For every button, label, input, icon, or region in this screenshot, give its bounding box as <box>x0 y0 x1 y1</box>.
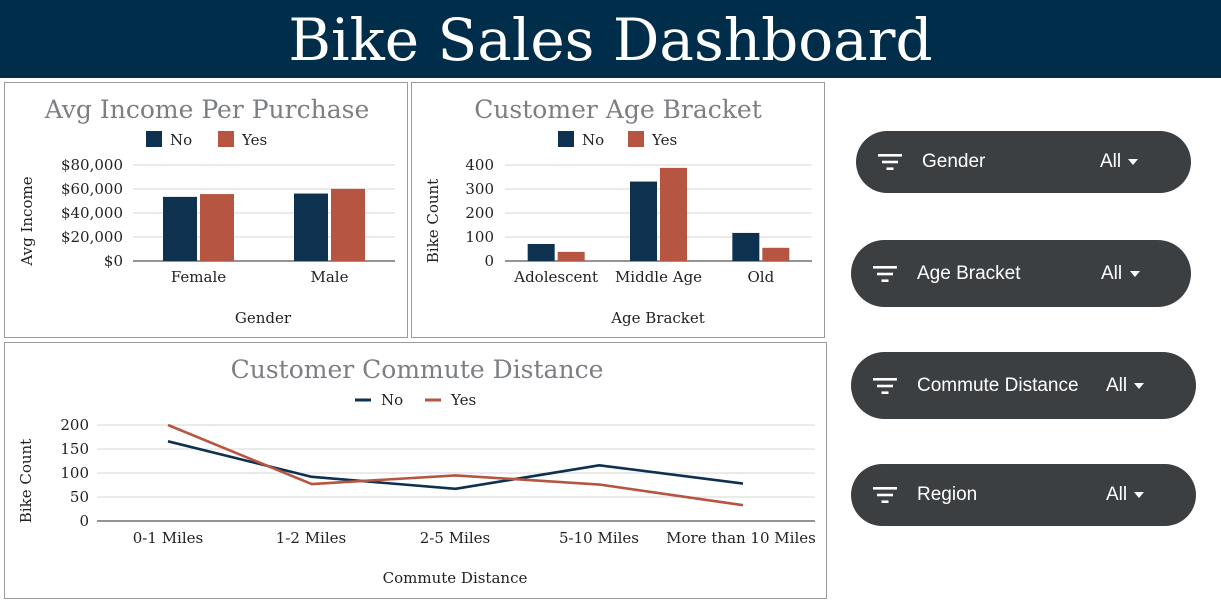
age-bracket-chart: Customer Age Bracket No Yes 0 100 200 300 400 Ag… <box>424 95 812 327</box>
legend-label-no: No <box>381 391 403 409</box>
x-axis-label: Commute Distance <box>383 569 528 587</box>
filter-icon <box>878 154 902 170</box>
y-tick-label: 400 <box>465 156 494 174</box>
commute-distance-chart: Customer Commute Distance No Yes 0 50 100 150 2… <box>17 355 816 587</box>
dashboard-title: Bike Sales Dashboard <box>288 6 933 74</box>
y-tick-label: 200 <box>60 416 89 434</box>
x-tick-label: Male <box>311 268 349 286</box>
y-tick-label: 0 <box>484 252 494 270</box>
series-line-yes <box>167 423 744 507</box>
x-tick-label: Female <box>171 268 226 286</box>
bar-yes <box>660 167 687 261</box>
legend-swatch-no <box>558 131 574 147</box>
y-axis-label: Bike Count <box>17 439 35 523</box>
chevron-down-icon <box>1128 159 1138 165</box>
x-tick-label: Adolescent <box>513 268 598 286</box>
legend-swatch-yes <box>218 131 234 147</box>
region-filter-button[interactable]: Region All <box>851 464 1196 526</box>
x-tick-label: Old <box>747 268 774 286</box>
commute-distance-chart-panel: Customer Commute Distance No Yes 0 50 100 150 2… <box>4 342 827 599</box>
filter-icon <box>873 487 897 503</box>
x-tick-label: 2-5 Miles <box>420 529 490 547</box>
filter-icon <box>873 378 897 394</box>
y-tick-label: $80,000 <box>61 156 123 174</box>
bar-no <box>294 193 328 261</box>
x-tick-label: 0-1 Miles <box>133 529 203 547</box>
bar-no <box>630 181 657 261</box>
y-tick-label: 100 <box>60 464 89 482</box>
filter-value: All <box>1101 263 1123 284</box>
series-line-no <box>167 440 744 491</box>
chevron-down-icon <box>1134 383 1144 389</box>
chart-title: Avg Income Per Purchase <box>44 95 370 124</box>
legend-label-no: No <box>582 131 604 149</box>
legend-label-yes: Yes <box>241 131 267 149</box>
commute-distance-filter-button[interactable]: Commute Distance All <box>851 352 1196 419</box>
filter-label: Commute Distance <box>917 375 1079 396</box>
avg-income-chart-panel: Avg Income Per Purchase No Yes $0 $20,000 $40… <box>4 82 408 338</box>
filter-icon <box>873 266 897 282</box>
dashboard-header: Bike Sales Dashboard <box>0 0 1221 78</box>
y-tick-label: $60,000 <box>61 180 123 198</box>
y-tick-label: $0 <box>104 252 123 270</box>
legend-swatch-no <box>146 131 162 147</box>
filter-label: Region <box>917 484 978 505</box>
legend-label-yes: Yes <box>450 391 476 409</box>
age-bracket-filter-button[interactable]: Age Bracket All <box>851 240 1191 307</box>
y-axis-label: Avg Income <box>18 176 36 266</box>
y-tick-label: 300 <box>465 180 494 198</box>
y-tick-label: $20,000 <box>61 228 123 246</box>
y-tick-label: 200 <box>465 204 494 222</box>
y-axis-label: Bike Count <box>424 179 442 263</box>
gender-filter-button[interactable]: Gender All <box>856 131 1191 193</box>
chart-title: Customer Age Bracket <box>474 95 762 124</box>
legend-label-no: No <box>170 131 192 149</box>
x-tick-label: Middle Age <box>615 268 702 286</box>
x-tick-label: 5-10 Miles <box>559 529 639 547</box>
filter-label: Gender <box>922 151 986 172</box>
y-tick-label: $40,000 <box>61 204 123 222</box>
filter-label: Age Bracket <box>917 263 1021 284</box>
chart-title: Customer Commute Distance <box>231 355 604 384</box>
bar-no <box>732 232 760 261</box>
legend-swatch-yes <box>628 131 644 147</box>
age-bracket-chart-panel: Customer Age Bracket No Yes 0 100 200 300 400 Ag… <box>411 82 825 338</box>
filter-value: All <box>1106 375 1128 396</box>
bar-yes <box>557 251 585 261</box>
bar-no <box>527 243 555 261</box>
y-tick-label: 100 <box>465 228 494 246</box>
filter-value: All <box>1106 484 1128 505</box>
y-tick-label: 0 <box>79 512 89 530</box>
bar-yes <box>762 247 790 261</box>
x-tick-label: More than 10 Miles <box>666 529 816 547</box>
legend-label-yes: Yes <box>651 131 677 149</box>
bar-yes <box>200 194 234 261</box>
bar-no <box>163 196 197 261</box>
x-axis-label: Gender <box>235 309 292 327</box>
x-axis-label: Age Bracket <box>610 309 705 327</box>
y-tick-label: 150 <box>60 440 89 458</box>
chevron-down-icon <box>1130 271 1140 277</box>
y-tick-label: 50 <box>70 488 89 506</box>
chevron-down-icon <box>1134 492 1144 498</box>
avg-income-chart: Avg Income Per Purchase No Yes $0 $20,000 $40… <box>18 95 395 327</box>
filter-value: All <box>1100 151 1122 172</box>
x-tick-label: 1-2 Miles <box>276 529 346 547</box>
bar-yes <box>331 188 365 261</box>
